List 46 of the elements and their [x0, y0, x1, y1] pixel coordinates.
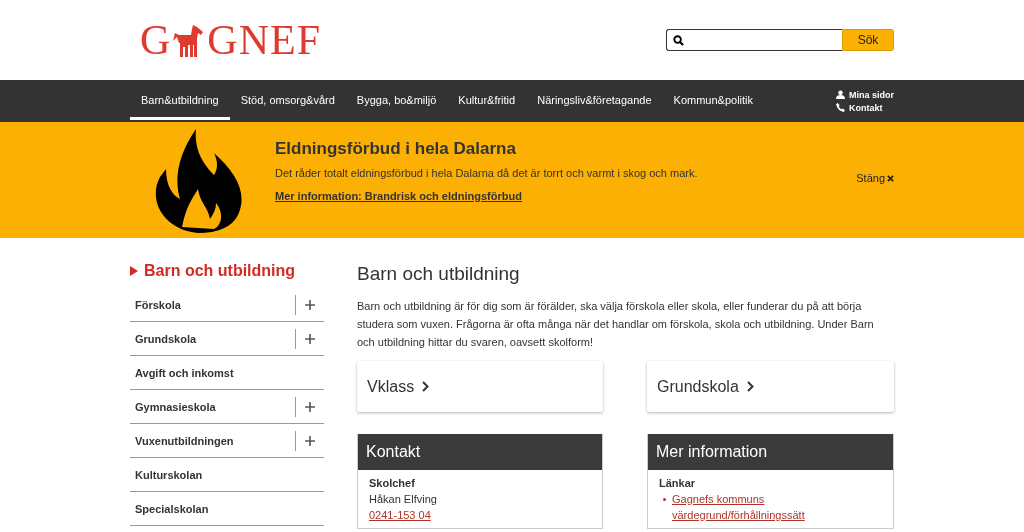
alert-text: Det råder totalt eldningsförbud i hela Dalarna då det är torrt och varmt i skog och mark. — [275, 167, 699, 179]
plus-icon[interactable] — [305, 401, 315, 412]
alert-title: Eldningsförbud i hela Dalarna — [275, 139, 517, 159]
close-icon — [887, 174, 894, 182]
contact-role: Skolchef — [369, 476, 416, 491]
sidebar-item[interactable]: Vuxenutbildningen — [135, 434, 234, 447]
search-button[interactable]: Sök — [842, 29, 894, 51]
sidebar-item[interactable]: Grundskola — [135, 332, 197, 345]
plus-icon[interactable] — [305, 333, 315, 344]
box-header: Mer information — [648, 434, 893, 470]
plus-icon[interactable] — [305, 435, 315, 446]
link-card[interactable]: Vklass — [357, 361, 603, 412]
chevron-icon — [422, 381, 430, 392]
nav-link[interactable]: Mina sidor — [849, 89, 894, 100]
sidebar-item[interactable]: Kulturskolan — [135, 468, 203, 481]
sidebar-item[interactable]: Avgift och inkomst — [135, 366, 234, 379]
close-button[interactable]: Stäng — [856, 172, 894, 184]
bullet-icon — [663, 498, 666, 501]
sidebar-title[interactable]: Barn och utbildning — [144, 262, 296, 280]
nav-tab[interactable]: Kommun&politik — [662, 82, 765, 120]
page-title: Barn och utbildning — [357, 263, 521, 285]
sidebar-item[interactable]: Förskola — [135, 298, 181, 311]
triangle-icon — [130, 266, 138, 276]
nav-link[interactable]: Kontakt — [849, 102, 883, 113]
search-field[interactable] — [666, 29, 842, 51]
info-link[interactable]: Gagnefs kommuns värdegrund/förhållningssätt — [672, 491, 882, 523]
nav-tab[interactable]: Kultur&fritid — [447, 82, 527, 120]
nav-tab[interactable]: Näringsliv&företagande — [526, 82, 663, 120]
logo-text: G — [140, 19, 172, 61]
nav-tab[interactable]: Bygga, bo&miljö — [345, 82, 448, 120]
phone-icon — [836, 103, 845, 112]
logo-text: GNEF — [207, 19, 322, 61]
user-icon — [836, 90, 845, 99]
contact-name: Håkan Elfving — [369, 492, 438, 507]
chevron-icon — [746, 381, 754, 392]
search-icon — [673, 34, 684, 46]
intro-paragraph: Barn och utbildning är för dig som är förälder, ska välja förskola eller skola, eller funderar du på att börja studera som vuxen. Frågorna är ofta många när det handlar om förskola, skola och utbildning. Under Barn och utbildning hittar du svaren, oavsett skolform! — [357, 299, 875, 350]
phone-link[interactable]: 0241-153 04 — [369, 509, 431, 521]
sidebar-item[interactable]: Gymnasieskola — [135, 400, 216, 413]
nav-tab[interactable]: Stöd, omsorg&vård — [229, 82, 346, 120]
box-header: Kontakt — [358, 434, 602, 470]
links-heading: Länkar — [659, 476, 697, 491]
alert-link[interactable]: Mer information: Brandrisk och eldningsförbud — [275, 190, 522, 202]
plus-icon[interactable] — [305, 299, 315, 310]
sidebar-item[interactable]: Specialskolan — [135, 502, 209, 515]
link-card[interactable]: Grundskola — [647, 361, 894, 412]
